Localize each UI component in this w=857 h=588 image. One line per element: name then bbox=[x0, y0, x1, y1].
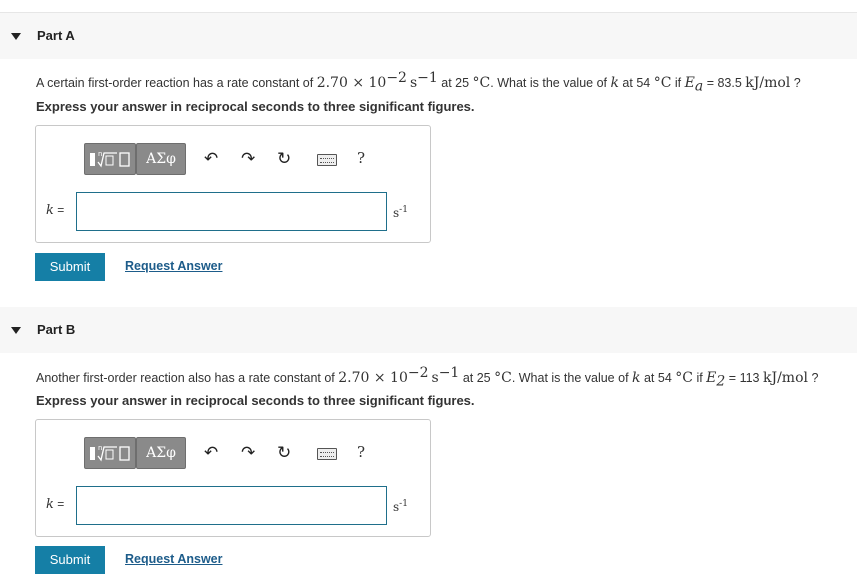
part-b-header[interactable]: Part B bbox=[0, 307, 857, 353]
part-b-answer-box: n ΑΣφ ↶ ↷ ↻ ? k = s-1 bbox=[35, 419, 431, 537]
part-b-title: Part B bbox=[37, 322, 76, 337]
svg-text:n: n bbox=[98, 150, 102, 158]
part-a-header[interactable]: Part A bbox=[0, 13, 857, 59]
greek-symbols-button[interactable]: ΑΣφ bbox=[136, 437, 186, 469]
part-a-instruction: Express your answer in reciprocal second… bbox=[36, 99, 475, 114]
k-label: k = bbox=[46, 203, 65, 218]
part-b-request-answer-link[interactable]: Request Answer bbox=[125, 552, 222, 566]
svg-text:n: n bbox=[98, 444, 102, 452]
part-b-submit-button[interactable]: Submit bbox=[35, 546, 105, 574]
help-button[interactable]: ? bbox=[357, 149, 365, 167]
help-button[interactable]: ? bbox=[357, 443, 365, 461]
templates-button[interactable]: n bbox=[84, 437, 136, 469]
greek-symbols-button[interactable]: ΑΣφ bbox=[136, 143, 186, 175]
part-a-answer-box: n ΑΣφ ↶ ↷ ↻ ? k = s-1 bbox=[35, 125, 431, 243]
part-a-question: A certain first-order reaction has a rat… bbox=[36, 70, 801, 95]
part-b-answer-input[interactable] bbox=[76, 486, 387, 525]
part-a-request-answer-link[interactable]: Request Answer bbox=[125, 259, 222, 273]
collapse-caret-icon[interactable] bbox=[11, 33, 21, 40]
k-label: k = bbox=[46, 497, 65, 512]
part-a-answer-input[interactable] bbox=[76, 192, 387, 231]
collapse-caret-icon[interactable] bbox=[11, 327, 21, 334]
templates-button[interactable]: n bbox=[84, 143, 136, 175]
unit-label: s-1 bbox=[393, 205, 408, 220]
keyboard-icon[interactable] bbox=[317, 154, 337, 166]
reset-icon[interactable]: ↻ bbox=[277, 149, 291, 169]
redo-icon[interactable]: ↷ bbox=[241, 443, 255, 463]
undo-icon[interactable]: ↶ bbox=[204, 443, 218, 463]
reset-icon[interactable]: ↻ bbox=[277, 443, 291, 463]
part-a-title: Part A bbox=[37, 28, 75, 43]
unit-label: s-1 bbox=[393, 499, 408, 514]
redo-icon[interactable]: ↷ bbox=[241, 149, 255, 169]
part-a-submit-button[interactable]: Submit bbox=[35, 253, 105, 281]
templates-icon: n bbox=[90, 150, 130, 168]
keyboard-icon[interactable] bbox=[317, 448, 337, 460]
part-b-question: Another first-order reaction also has a … bbox=[36, 365, 819, 390]
undo-icon[interactable]: ↶ bbox=[204, 149, 218, 169]
part-b-instruction: Express your answer in reciprocal second… bbox=[36, 393, 475, 408]
templates-icon: n bbox=[90, 444, 130, 462]
